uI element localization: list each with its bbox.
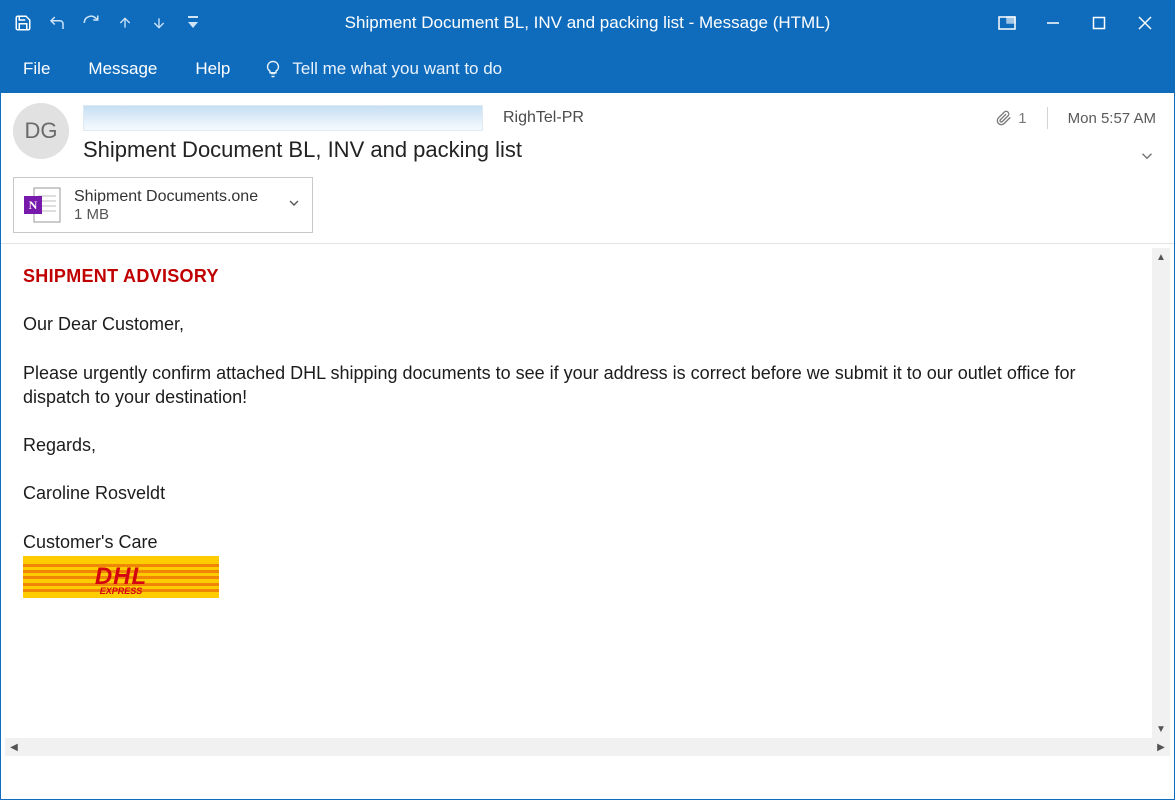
quick-access-toolbar [7, 7, 209, 39]
expand-header-button[interactable] [1138, 147, 1156, 170]
save-icon[interactable] [7, 7, 39, 39]
paperclip-icon [996, 108, 1012, 128]
window-controls [984, 4, 1168, 42]
attachment-indicator: 1 [996, 108, 1026, 128]
scroll-down-button[interactable]: ▼ [1152, 720, 1170, 738]
message-timestamp: Mon 5:57 AM [1068, 110, 1156, 127]
sender-avatar[interactable]: DG [13, 103, 69, 159]
menu-message[interactable]: Message [74, 53, 171, 85]
undo-icon[interactable] [41, 7, 73, 39]
menu-bar: File Message Help Tell me what you want … [1, 45, 1174, 93]
advisory-heading: SHIPMENT ADVISORY [23, 264, 1134, 288]
customize-qat-icon[interactable] [177, 7, 209, 39]
lightbulb-icon [264, 60, 282, 78]
attachment-size: 1 MB [74, 206, 258, 223]
scroll-track[interactable] [23, 738, 1152, 756]
minimize-button[interactable] [1030, 4, 1076, 42]
menu-help[interactable]: Help [181, 53, 244, 85]
scroll-up-button[interactable]: ▲ [1152, 248, 1170, 266]
attachment-tile[interactable]: N Shipment Documents.one 1 MB [13, 177, 313, 233]
menu-file[interactable]: File [9, 53, 64, 85]
onenote-file-icon: N [22, 184, 64, 226]
attachment-bar: N Shipment Documents.one 1 MB [1, 171, 1174, 244]
message-subject: Shipment Document BL, INV and packing li… [83, 137, 996, 163]
horizontal-scrollbar[interactable]: ◀ ▶ [5, 738, 1170, 756]
dhl-logo-subtext: EXPRESS [100, 586, 143, 596]
dhl-logo: DHL EXPRESS [23, 556, 219, 598]
title-bar: Shipment Document BL, INV and packing li… [1, 1, 1174, 45]
vertical-scrollbar[interactable]: ▲ ▼ [1152, 248, 1170, 738]
scroll-right-button[interactable]: ▶ [1152, 738, 1170, 756]
recipient-label: RighTel-PR [503, 109, 584, 127]
close-button[interactable] [1122, 4, 1168, 42]
next-item-icon[interactable] [143, 7, 175, 39]
attachment-filename: Shipment Documents.one [74, 187, 258, 206]
maximize-button[interactable] [1076, 4, 1122, 42]
message-header: DG RighTel-PR Shipment Document BL, INV … [1, 93, 1174, 171]
ribbon-display-icon[interactable] [984, 4, 1030, 42]
attachment-count: 1 [1018, 110, 1026, 127]
body-paragraph: Please urgently confirm attached DHL shi… [23, 361, 1134, 410]
divider [1047, 107, 1048, 129]
tell-me-search[interactable]: Tell me what you want to do [254, 53, 512, 85]
signature-name: Caroline Rosveldt [23, 481, 1134, 505]
scroll-left-button[interactable]: ◀ [5, 738, 23, 756]
message-body[interactable]: SHIPMENT ADVISORY Our Dear Customer, Ple… [5, 248, 1152, 738]
body-greeting: Our Dear Customer, [23, 312, 1134, 336]
tell-me-placeholder: Tell me what you want to do [292, 59, 502, 79]
sender-address-redacted [83, 105, 483, 131]
attachment-menu-button[interactable] [286, 195, 302, 216]
signature-role: Customer's Care [23, 530, 1134, 554]
svg-text:N: N [29, 198, 38, 212]
previous-item-icon[interactable] [109, 7, 141, 39]
body-regards: Regards, [23, 433, 1134, 457]
message-body-container: SHIPMENT ADVISORY Our Dear Customer, Ple… [5, 248, 1170, 756]
redo-icon[interactable] [75, 7, 107, 39]
